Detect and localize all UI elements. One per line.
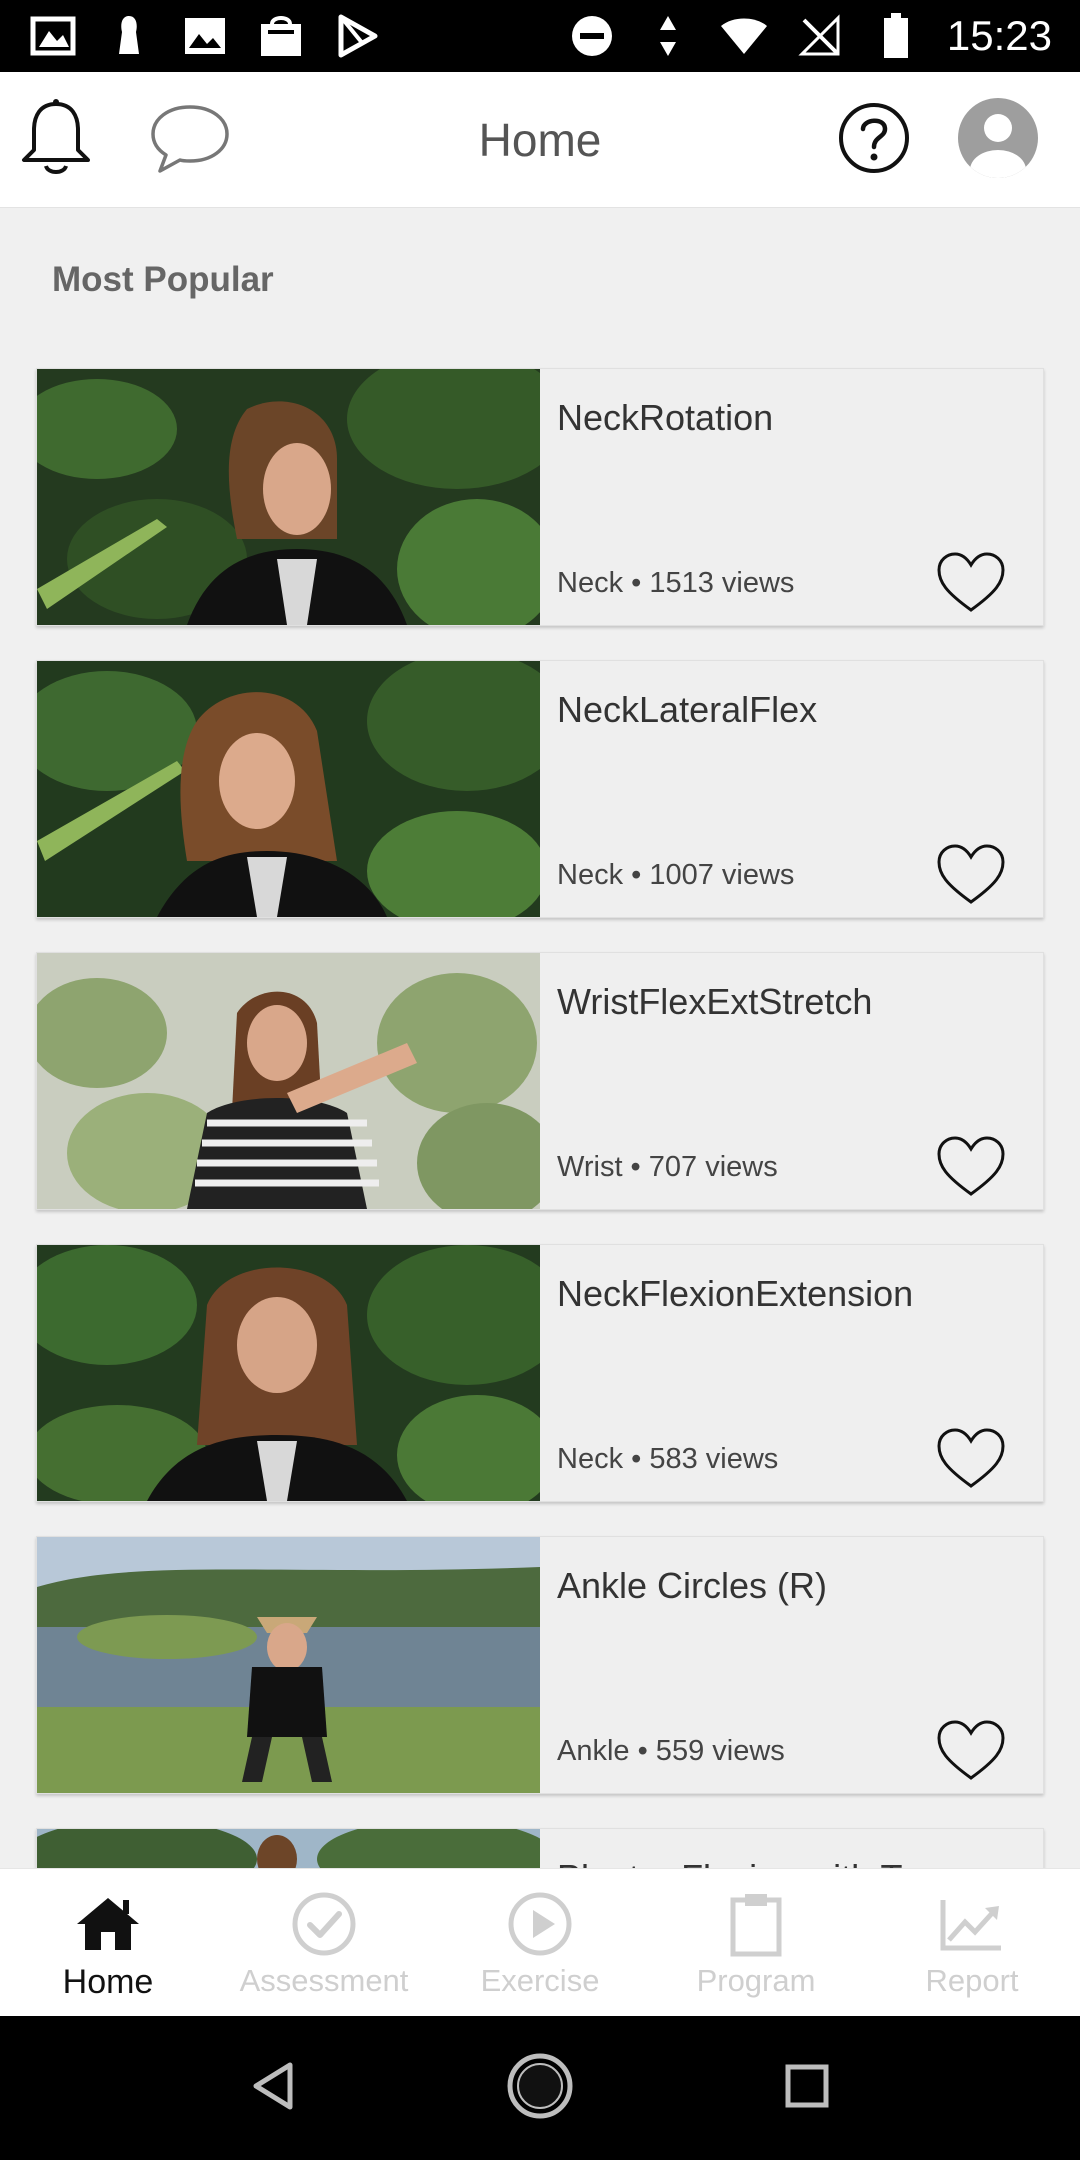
exercise-meta: Neck • 1513 views <box>557 567 795 599</box>
check-circle-icon <box>286 1889 362 1959</box>
heart-icon <box>936 1427 1006 1495</box>
app-bar: Home <box>0 72 1080 208</box>
exercise-card[interactable]: Ankle Circles (R) Ankle • 559 views <box>36 1536 1044 1794</box>
exercise-thumbnail <box>37 1537 540 1793</box>
system-back-button[interactable] <box>233 2048 313 2128</box>
play-circle-icon <box>502 1889 578 1959</box>
exercise-card[interactable]: Plantar Flexion with T <box>36 1828 1044 1868</box>
exercise-card[interactable]: NeckFlexionExtension Neck • 583 views <box>36 1244 1044 1502</box>
exercise-thumbnail <box>37 1829 540 1868</box>
help-button[interactable] <box>832 98 916 182</box>
section-title: Most Popular <box>52 260 274 299</box>
pin-icon <box>104 14 154 58</box>
nav-exercise[interactable]: Exercise <box>432 1869 648 2016</box>
exercise-thumbnail <box>37 661 540 917</box>
heart-icon <box>936 551 1006 619</box>
exercise-title: Plantar Flexion with T <box>557 1857 902 1868</box>
bottom-navigation: Home Assessment Exercise Program Report <box>0 1868 1080 2016</box>
wifi-icon <box>719 14 769 58</box>
nav-program[interactable]: Program <box>648 1869 864 2016</box>
exercise-meta: Wrist • 707 views <box>557 1151 778 1183</box>
exercise-card[interactable]: WristFlexExtStretch Wrist • 707 views <box>36 952 1044 1210</box>
home-circle-icon <box>506 2052 574 2125</box>
trending-chart-icon <box>934 1889 1010 1959</box>
profile-button[interactable] <box>956 97 1040 183</box>
favorite-button[interactable] <box>935 1719 1007 1787</box>
play-store-icon <box>332 14 382 58</box>
exercise-card[interactable]: NeckLateralFlex Neck • 1007 views <box>36 660 1044 918</box>
heart-icon <box>936 1719 1006 1787</box>
heart-icon <box>936 1135 1006 1203</box>
status-time: 15:23 <box>946 12 1052 59</box>
system-recents-button[interactable] <box>767 2048 847 2128</box>
status-bar: 15:23 <box>0 0 1080 72</box>
back-triangle-icon <box>250 2061 296 2116</box>
data-transfer-icon <box>643 14 693 58</box>
exercise-meta: Neck • 1007 views <box>557 859 795 891</box>
heart-icon <box>936 843 1006 911</box>
exercise-title: NeckLateralFlex <box>557 689 818 730</box>
favorite-button[interactable] <box>935 551 1007 619</box>
system-navigation-bar <box>0 2016 1080 2160</box>
content-scroll[interactable]: Most Popular NeckRotation Neck • 1513 vi… <box>0 208 1080 1868</box>
nav-label: Assessment <box>239 1963 409 1998</box>
avatar-icon <box>958 97 1038 183</box>
status-system: 15:23 <box>567 12 1052 60</box>
exercise-meta: Ankle • 559 views <box>557 1735 785 1767</box>
exercise-thumbnail <box>37 369 540 625</box>
nav-label: Home <box>62 1963 154 2001</box>
home-icon <box>70 1889 146 1959</box>
favorite-button[interactable] <box>935 1135 1007 1203</box>
nav-label: Program <box>696 1963 816 1998</box>
exercise-thumbnail <box>37 1245 540 1501</box>
page-title: Home <box>478 114 602 166</box>
nav-assessment[interactable]: Assessment <box>216 1869 432 2016</box>
image-icon <box>180 14 230 58</box>
favorite-button[interactable] <box>935 1427 1007 1495</box>
exercise-card[interactable]: NeckRotation Neck • 1513 views <box>36 368 1044 626</box>
system-home-button[interactable] <box>500 2048 580 2128</box>
exercise-title: NeckRotation <box>557 397 774 438</box>
clipboard-icon <box>718 1889 794 1959</box>
exercise-meta: Neck • 583 views <box>557 1443 779 1475</box>
favorite-button[interactable] <box>935 843 1007 911</box>
do-not-disturb-icon <box>567 14 617 58</box>
gallery-icon <box>28 14 78 58</box>
exercise-title: Ankle Circles (R) <box>557 1565 828 1606</box>
battery-icon <box>871 13 921 58</box>
nav-label: Report <box>925 1963 1019 1998</box>
exercise-title: WristFlexExtStretch <box>557 981 873 1022</box>
nav-report[interactable]: Report <box>864 1869 1080 2016</box>
exercise-title: NeckFlexionExtension <box>557 1273 914 1314</box>
no-signal-icon <box>795 14 845 58</box>
recents-square-icon <box>784 2063 830 2114</box>
status-notifications <box>28 14 382 58</box>
nav-home[interactable]: Home <box>0 1869 216 2016</box>
store-icon <box>256 14 306 58</box>
nav-label: Exercise <box>480 1963 600 1998</box>
exercise-thumbnail <box>37 953 540 1209</box>
help-icon <box>837 101 911 180</box>
